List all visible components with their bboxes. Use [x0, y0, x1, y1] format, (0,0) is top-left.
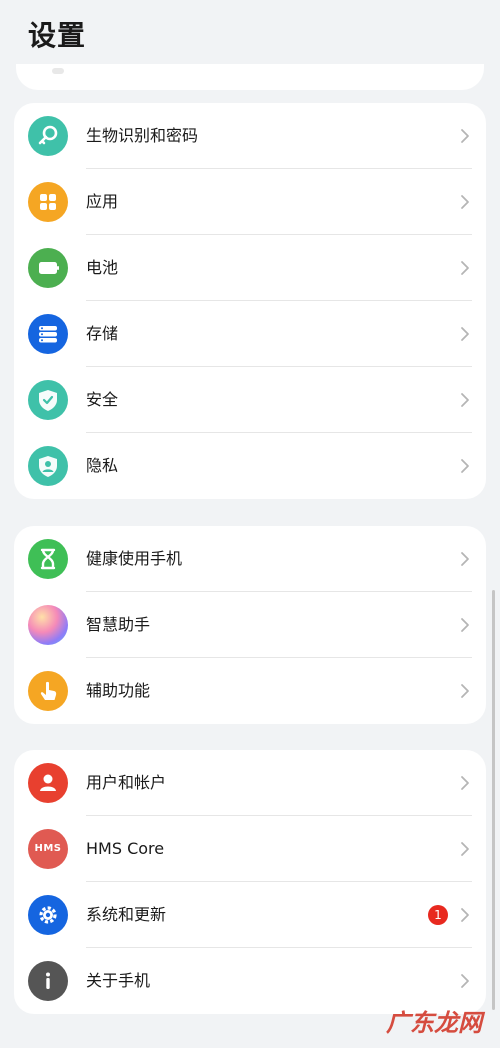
settings-item-digital-balance[interactable]: 健康使用手机	[14, 526, 486, 592]
settings-item-security[interactable]: 安全	[14, 367, 486, 433]
settings-item-label: 辅助功能	[86, 681, 151, 700]
settings-item-users-accounts[interactable]: 用户和帐户	[14, 750, 486, 816]
settings-item-label: 安全	[86, 390, 119, 409]
key-icon	[28, 116, 68, 156]
previous-group-card	[16, 64, 484, 90]
settings-item-smart-assistant[interactable]: 智慧助手	[14, 592, 486, 658]
chevron-right-icon	[461, 261, 469, 275]
chevron-right-icon	[461, 195, 469, 209]
settings-group-assistance: 健康使用手机 智慧助手 辅助功能	[14, 526, 486, 724]
settings-item-privacy[interactable]: 隐私	[14, 433, 486, 499]
settings-item-label: 健康使用手机	[86, 549, 183, 568]
settings-item-label: 存储	[86, 324, 119, 343]
hms-core-icon: HMS	[28, 829, 68, 869]
user-icon	[28, 763, 68, 803]
settings-item-label: 隐私	[86, 456, 119, 475]
chevron-right-icon	[461, 974, 469, 988]
settings-item-label: 应用	[86, 192, 119, 211]
settings-item-label: 系统和更新	[86, 905, 167, 924]
watermark-logo: 广东龙网	[386, 1009, 482, 1037]
chevron-right-icon	[461, 908, 469, 922]
settings-item-label: HMS Core	[86, 839, 165, 858]
chevron-right-icon	[461, 327, 469, 341]
settings-item-battery[interactable]: 电池	[14, 235, 486, 301]
settings-group-system: 用户和帐户 HMS HMS Core 系统和更新 1 关于手机	[14, 750, 486, 1014]
smart-assistant-icon	[28, 605, 68, 645]
chevron-right-icon	[461, 552, 469, 566]
battery-icon	[28, 248, 68, 288]
chevron-right-icon	[461, 129, 469, 143]
apps-grid-icon	[28, 182, 68, 222]
hms-icon-text: HMS	[34, 843, 62, 854]
settings-item-label: 电池	[86, 258, 119, 277]
hand-pointer-icon	[28, 671, 68, 711]
shield-check-icon	[28, 380, 68, 420]
privacy-shield-icon	[28, 446, 68, 486]
chevron-right-icon	[461, 776, 469, 790]
chevron-right-icon	[461, 684, 469, 698]
settings-item-storage[interactable]: 存储	[14, 301, 486, 367]
settings-item-label: 生物识别和密码	[86, 126, 199, 145]
chevron-right-icon	[461, 618, 469, 632]
scrollbar[interactable]	[492, 590, 495, 1010]
chevron-right-icon	[461, 393, 469, 407]
gear-icon	[28, 895, 68, 935]
settings-item-accessibility[interactable]: 辅助功能	[14, 658, 486, 724]
chevron-right-icon	[461, 842, 469, 856]
settings-item-hms-core[interactable]: HMS HMS Core	[14, 816, 486, 882]
settings-item-system-update[interactable]: 系统和更新 1	[14, 882, 486, 948]
settings-item-label: 智慧助手	[86, 615, 151, 634]
page-title: 设置	[28, 19, 87, 52]
storage-icon	[28, 314, 68, 354]
chevron-right-icon	[461, 459, 469, 473]
info-icon	[28, 961, 68, 1001]
hourglass-icon	[28, 539, 68, 579]
divider	[52, 68, 64, 74]
notification-badge: 1	[428, 905, 448, 925]
settings-group-security: 生物识别和密码 应用 电池 存储 安全 隐私	[14, 103, 486, 499]
settings-item-biometrics[interactable]: 生物识别和密码	[14, 103, 486, 169]
settings-item-label: 关于手机	[86, 971, 151, 990]
settings-item-label: 用户和帐户	[86, 773, 167, 792]
settings-item-apps[interactable]: 应用	[14, 169, 486, 235]
